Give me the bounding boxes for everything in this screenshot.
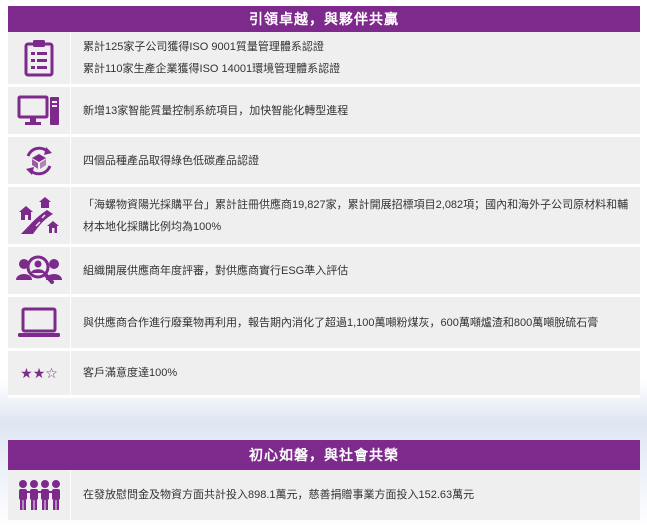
- section-title: 初心如磐，與社會共榮: [8, 440, 640, 470]
- divider: [70, 187, 71, 244]
- list-item: 「海螺物資陽光採購平台」累計註冊供應商19,827家，累計開展招標項目2,082…: [8, 187, 640, 247]
- rating-stars-icon: ★★☆: [8, 351, 70, 395]
- list-item: 新增13家智能質量控制系統項目，加快智能化轉型進程: [8, 87, 640, 137]
- item-line: 累計125家子公司獲得ISO 9001質量管理體系認證: [83, 41, 324, 53]
- list-item: 四個品種產品取得綠色低碳產品認證: [8, 137, 640, 187]
- list-item: 與供應商合作進行廢棄物再利用，報告期內消化了超過1,100萬噸粉煤灰，600萬噸…: [8, 297, 640, 351]
- item-line: 客戶滿意度達100%: [83, 367, 178, 379]
- section-panel-supply-chain: 引領卓越，與夥伴共贏 累計125家子公司獲得ISO 9001質量管理體系認證 累…: [8, 6, 640, 398]
- list-item: 組織開展供應商年度評審，對供應商實行ESG準入評估: [8, 247, 640, 297]
- item-text: 客戶滿意度達100%: [83, 362, 187, 384]
- item-line: 組織開展供應商年度評審，對供應商實行ESG準入評估: [83, 264, 349, 277]
- list-item: ★★☆ 客戶滿意度達100%: [8, 351, 640, 398]
- divider: [70, 87, 71, 134]
- people-search-icon: [8, 247, 70, 294]
- divider: [70, 351, 71, 395]
- people-group-icon: [8, 470, 70, 520]
- item-line: 新增13家智能質量控制系統項目，加快智能化轉型進程: [83, 104, 349, 117]
- village-road-icon: [8, 187, 70, 244]
- desktop-computer-icon: [8, 87, 70, 134]
- item-line: 四個品種產品取得綠色低碳產品認證: [83, 154, 259, 167]
- item-line: 累計110家生產企業獲得ISO 14001環境管理體系認證: [83, 63, 341, 75]
- list-item: 在發放慰問金及物資方面共計投入898.1萬元，慈善捐贈事業方面投入152.63萬…: [8, 470, 640, 520]
- item-line: 「海螺物資陽光採購平台」累計註冊供應商19,827家，累計開展招標項目2,082…: [83, 198, 629, 233]
- divider: [70, 247, 71, 294]
- section-panel-community: 初心如磐，與社會共榮 在發放慰問金及物資方面共計投入898.1萬元，慈善捐贈事業…: [8, 440, 640, 520]
- item-text: 累計125家子公司獲得ISO 9001質量管理體系認證 累計110家生產企業獲得…: [83, 36, 350, 80]
- item-line: 在發放慰問金及物資方面共計投入898.1萬元，慈善捐贈事業方面投入152.63萬…: [83, 489, 475, 501]
- star-rating: ★★☆: [20, 364, 58, 381]
- section-title: 引領卓越，與夥伴共贏: [8, 6, 640, 32]
- item-text: 四個品種產品取得綠色低碳產品認證: [83, 150, 269, 172]
- divider: [70, 137, 71, 184]
- list-item: 累計125家子公司獲得ISO 9001質量管理體系認證 累計110家生產企業獲得…: [8, 32, 640, 87]
- item-text: 組織開展供應商年度評審，對供應商實行ESG準入評估: [83, 260, 358, 282]
- item-line: 與供應商合作進行廢棄物再利用，報告期內消化了超過1,100萬噸粉煤灰，600萬噸…: [83, 316, 599, 329]
- clipboard-checklist-icon: [8, 32, 70, 84]
- item-text: 新增13家智能質量控制系統項目，加快智能化轉型進程: [83, 100, 358, 122]
- recycle-box-icon: [8, 137, 70, 184]
- item-text: 在發放慰問金及物資方面共計投入898.1萬元，慈善捐贈事業方面投入152.63萬…: [83, 484, 484, 506]
- laptop-icon: [8, 297, 70, 348]
- divider: [70, 32, 71, 84]
- divider: [70, 297, 71, 348]
- divider: [70, 470, 71, 520]
- item-text: 與供應商合作進行廢棄物再利用，報告期內消化了超過1,100萬噸粉煤灰，600萬噸…: [83, 312, 608, 334]
- item-text: 「海螺物資陽光採購平台」累計註冊供應商19,827家，累計開展招標項目2,082…: [83, 194, 640, 238]
